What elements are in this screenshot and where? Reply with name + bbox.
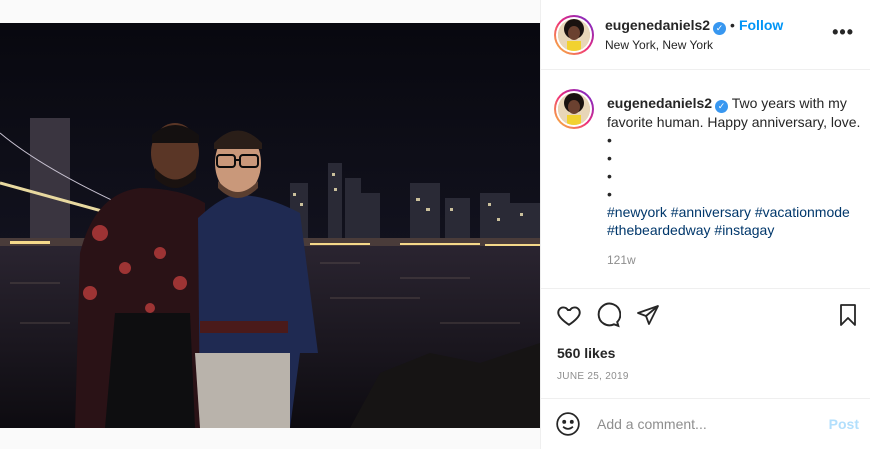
author-avatar[interactable]: [554, 15, 594, 55]
location-link[interactable]: New York, New York: [605, 38, 713, 52]
verified-badge-icon: ✓: [715, 100, 729, 113]
caption-username[interactable]: eugenedaniels2: [607, 95, 712, 111]
hashtags-line[interactable]: #newyork #anniversary #vacationmode: [607, 203, 862, 221]
caption-bullet: •: [607, 186, 612, 202]
likes-count[interactable]: 560 likes: [557, 345, 615, 361]
post-side-panel: eugenedaniels2 ✓ • Follow New York, New Yor…: [540, 0, 870, 449]
comments-area: eugenedaniels2 ✓ Two years with my favori…: [541, 71, 870, 288]
heart-icon[interactable]: [555, 301, 583, 329]
post-header: eugenedaniels2 ✓ • Follow New York, New Yor…: [541, 0, 870, 70]
caption-time-ago[interactable]: 121w: [607, 253, 636, 267]
post-photo-illustration: [0, 23, 540, 428]
caption-bullet: •: [607, 132, 612, 148]
caption-bullet: •: [607, 150, 612, 166]
author-username[interactable]: eugenedaniels2: [605, 17, 710, 33]
follow-button[interactable]: Follow: [739, 17, 783, 33]
hashtags-line[interactable]: #thebeardedway #instagay: [607, 221, 862, 239]
post-photo[interactable]: [0, 23, 540, 428]
caption-bullets: • • • •: [607, 131, 862, 203]
smiley-icon[interactable]: [555, 411, 581, 442]
comment-icon[interactable]: [594, 301, 622, 329]
avatar-image: [558, 19, 590, 51]
more-options-icon[interactable]: •••: [832, 22, 854, 43]
separator-dot: •: [730, 17, 735, 33]
comment-bar: Post: [541, 398, 870, 449]
caption-author-avatar[interactable]: [554, 89, 594, 129]
post-comment-button[interactable]: Post: [829, 416, 859, 432]
caption-bullet: •: [607, 168, 612, 184]
action-bar: 560 likes JUNE 25, 2019: [541, 288, 870, 398]
share-icon[interactable]: [634, 301, 662, 329]
post-date[interactable]: JUNE 25, 2019: [557, 371, 629, 382]
verified-badge-icon: ✓: [713, 22, 727, 35]
header-line: eugenedaniels2 ✓ • Follow: [605, 17, 783, 35]
avatar-image: [558, 93, 590, 125]
bookmark-icon[interactable]: [834, 301, 862, 329]
caption: eugenedaniels2 ✓ Two years with my favori…: [607, 94, 862, 239]
comment-input[interactable]: [597, 413, 817, 435]
